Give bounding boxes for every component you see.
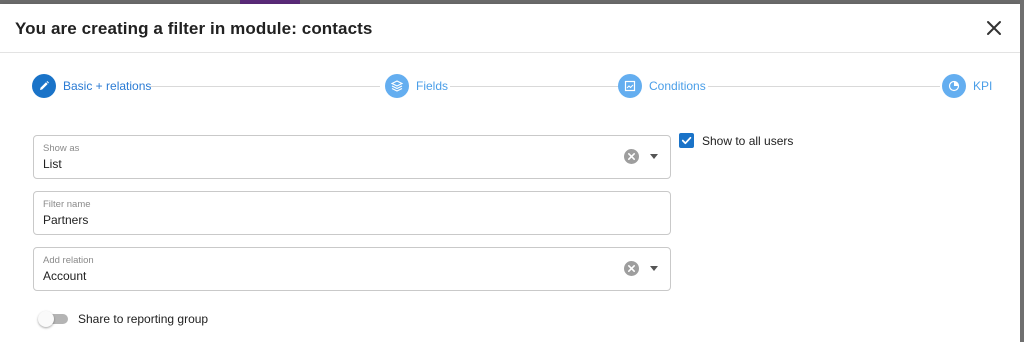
step-conditions[interactable]: Conditions: [618, 72, 706, 100]
step-kpi[interactable]: KPI: [942, 72, 992, 100]
step-label: Basic + relations: [63, 79, 152, 93]
show-as-select[interactable]: Show as List: [33, 135, 671, 179]
add-relation-label: Add relation: [43, 255, 94, 266]
share-to-reporting-group-label: Share to reporting group: [78, 312, 209, 326]
toggle-switch[interactable]: [38, 311, 68, 327]
layers-icon: [385, 74, 409, 98]
filter-name-field[interactable]: Filter name Partners: [33, 191, 671, 235]
show-to-all-users-checkbox[interactable]: Show to all users: [679, 133, 793, 148]
dialog-title: You are creating a filter in module: con…: [15, 19, 373, 38]
clear-icon[interactable]: [624, 261, 639, 276]
step-fields[interactable]: Fields: [385, 72, 448, 100]
step-connector: [150, 86, 380, 87]
image-icon: [618, 74, 642, 98]
pie-chart-icon: [942, 74, 966, 98]
show-as-value: List: [43, 157, 62, 171]
chevron-down-icon[interactable]: [650, 266, 658, 271]
show-to-all-users-label: Show to all users: [702, 133, 794, 148]
step-connector: [450, 86, 620, 87]
add-relation-select[interactable]: Add relation Account: [33, 247, 671, 291]
toggle-knob: [38, 311, 54, 327]
share-to-reporting-group-toggle[interactable]: Share to reporting group: [38, 311, 209, 327]
stepper: Basic + relations Fields Conditions KPI: [32, 72, 992, 100]
backdrop-edge: [1020, 0, 1024, 342]
filter-name-value: Partners: [43, 213, 89, 227]
step-connector: [708, 86, 940, 87]
add-relation-value: Account: [43, 269, 87, 283]
close-icon: [987, 21, 1001, 35]
filter-dialog: You are creating a filter in module: con…: [0, 4, 1020, 342]
chevron-down-icon[interactable]: [650, 154, 658, 159]
step-label: Conditions: [649, 79, 706, 93]
show-as-label: Show as: [43, 143, 80, 154]
dialog-header: You are creating a filter in module: con…: [0, 4, 1020, 53]
clear-icon[interactable]: [624, 149, 639, 164]
step-label: KPI: [973, 79, 993, 93]
close-button[interactable]: [984, 18, 1004, 38]
step-basic-relations[interactable]: Basic + relations: [32, 72, 151, 100]
filter-name-label: Filter name: [43, 199, 91, 210]
pencil-icon: [32, 74, 56, 98]
checkbox-checked-icon[interactable]: [679, 133, 694, 148]
step-label: Fields: [416, 79, 449, 93]
